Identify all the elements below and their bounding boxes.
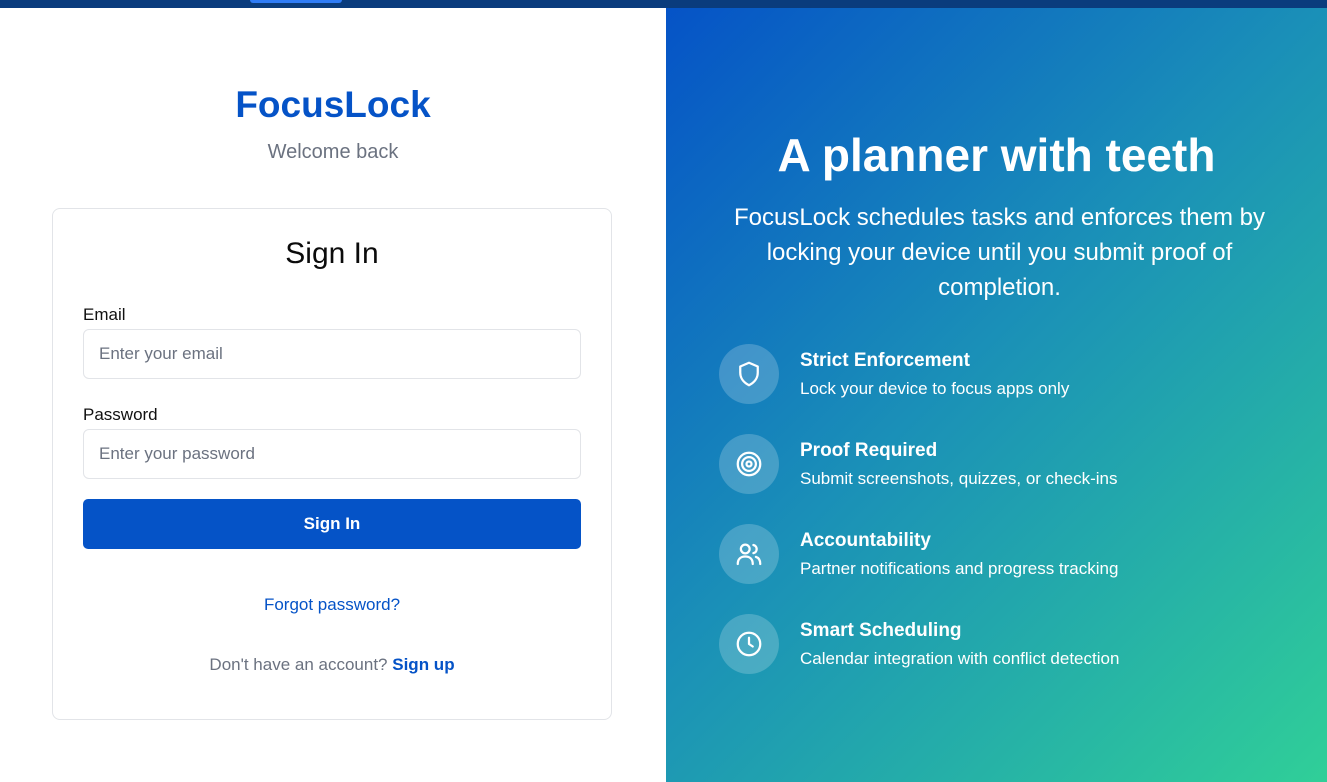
signin-panel: FocusLock Welcome back Sign In Email Pas… xyxy=(0,8,666,782)
feature-title: Strict Enforcement xyxy=(800,350,970,371)
marketing-panel: A planner with teeth FocusLock schedules… xyxy=(666,8,1327,782)
signin-title: Sign In xyxy=(285,237,379,270)
feature-description: Submit screenshots, quizzes, or check-in… xyxy=(800,469,1118,488)
password-label: Password xyxy=(83,405,158,424)
feature-title: Smart Scheduling xyxy=(800,620,962,641)
welcome-tagline: Welcome back xyxy=(267,141,399,163)
email-label: Email xyxy=(83,305,126,324)
feature-title: Proof Required xyxy=(800,440,938,461)
feature-description: Partner notifications and progress track… xyxy=(800,559,1119,578)
browser-top-bar xyxy=(0,0,1327,8)
forgot-password-link[interactable]: Forgot password? xyxy=(53,595,611,615)
signin-card: Sign In Email Password Sign In Forgot pa… xyxy=(52,208,612,720)
sign-in-button[interactable]: Sign In xyxy=(83,499,581,549)
brand-logo-text: FocusLock xyxy=(235,84,431,125)
no-account-text: Don't have an account? xyxy=(209,655,388,674)
feature-accountability: Accountability Partner notifications and… xyxy=(719,524,1279,586)
feature-description: Lock your device to focus apps only xyxy=(800,379,1070,398)
clock-icon xyxy=(719,614,779,674)
hero-description: FocusLock schedules tasks and enforces t… xyxy=(734,204,1265,301)
signup-prompt: Don't have an account? Sign up xyxy=(53,655,611,675)
feature-title: Accountability xyxy=(800,530,931,551)
feature-smart-scheduling: Smart Scheduling Calendar integration wi… xyxy=(719,614,1279,676)
hero-title: A planner with teeth xyxy=(777,129,1216,181)
feature-proof-required: Proof Required Submit screenshots, quizz… xyxy=(719,434,1279,496)
users-icon xyxy=(719,524,779,584)
sign-up-link[interactable]: Sign up xyxy=(392,655,454,674)
feature-description: Calendar integration with conflict detec… xyxy=(800,649,1120,668)
email-field[interactable] xyxy=(83,329,581,379)
password-field[interactable] xyxy=(83,429,581,479)
feature-strict-enforcement: Strict Enforcement Lock your device to f… xyxy=(719,344,1279,406)
target-icon xyxy=(719,434,779,494)
shield-icon xyxy=(719,344,779,404)
active-tab-indicator xyxy=(250,0,342,3)
